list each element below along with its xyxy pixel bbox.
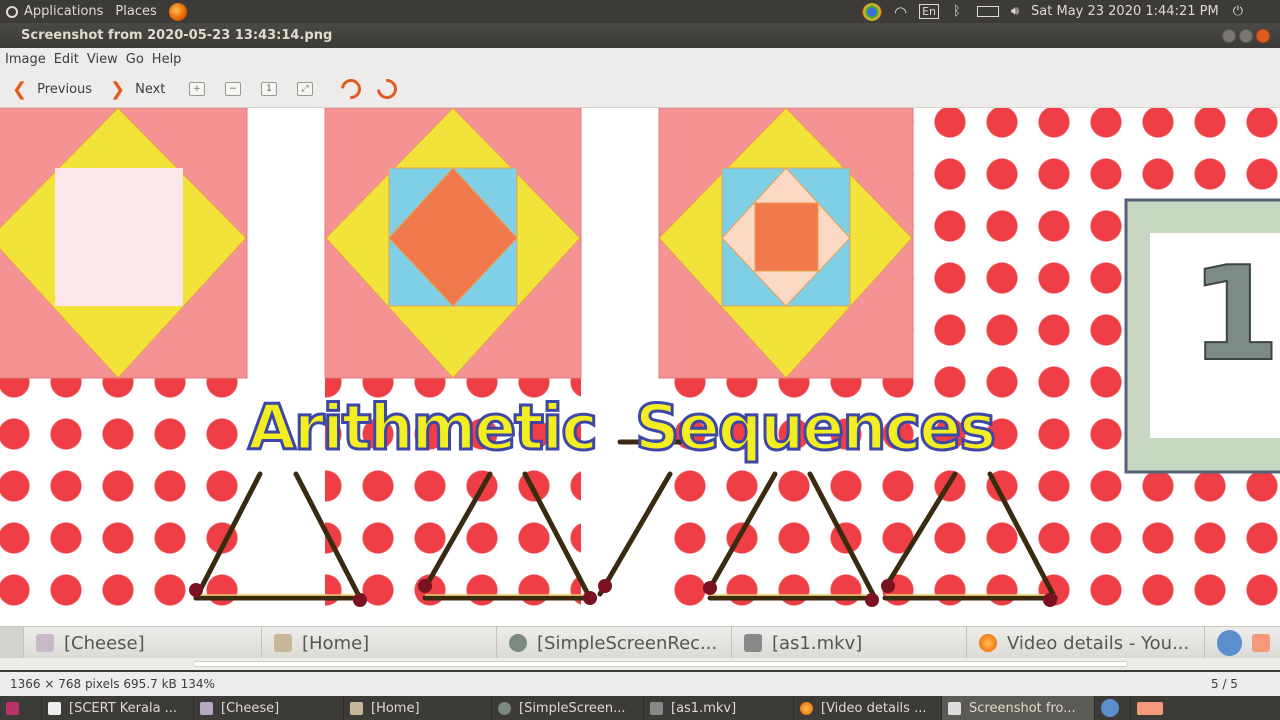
show-desktop-button[interactable] [0, 696, 42, 720]
previous-label: Previous [37, 82, 93, 97]
artwork-svg [0, 108, 1280, 607]
orange-tile-icon [1252, 634, 1270, 652]
task-screenshot[interactable]: Screenshot fro... [942, 696, 1095, 720]
captured-task-edge [0, 627, 24, 659]
clock[interactable]: Sat May 23 2020 1:44:21 PM [1031, 4, 1219, 19]
folder-icon [274, 634, 292, 652]
folder-icon [350, 701, 363, 715]
window-title-bar[interactable]: Screenshot from 2020-05-23 13:43:14.png [0, 23, 1280, 48]
minimize-button[interactable] [1222, 29, 1236, 43]
captured-taskbar: [Cheese] [Home] [SimpleScreenRec... [as1… [0, 626, 1280, 659]
page-indicator: 5 / 5 [1211, 677, 1238, 691]
next-label: Next [135, 82, 166, 97]
orange-square-3 [754, 202, 819, 272]
matchstick-triangles [193, 439, 1058, 601]
applications-label: Applications [24, 4, 104, 19]
workspace-icon [1137, 701, 1163, 715]
workspace-globe[interactable] [1095, 696, 1131, 720]
horizontal-scrollbar[interactable] [0, 658, 1280, 670]
chevron-left-icon: ❮ [12, 79, 28, 100]
window-icon [48, 701, 61, 715]
recorder-icon [498, 701, 511, 715]
task-recorder[interactable]: [SimpleScreen... [492, 696, 644, 720]
image-viewer-icon [948, 701, 961, 715]
video-file-icon [650, 701, 663, 715]
scrollbar-thumb[interactable] [193, 661, 1128, 667]
captured-task-firefox: Video details - You... [967, 627, 1205, 659]
firefox-icon [800, 701, 813, 715]
battery-icon[interactable] [976, 6, 999, 17]
task-cheese[interactable]: [Cheese] [194, 696, 344, 720]
globe-icon [1101, 699, 1119, 717]
pale-square-1 [55, 168, 183, 306]
menu-view[interactable]: View [87, 52, 118, 67]
match-heads [189, 579, 1057, 607]
ubuntu-logo-icon [6, 5, 18, 18]
maximize-button[interactable] [1239, 29, 1253, 43]
window-title: Screenshot from 2020-05-23 13:43:14.png [21, 28, 333, 43]
bluetooth-icon[interactable]: ᛒ [953, 4, 961, 19]
toolbar: ❮ Previous ❯ Next + − 1 ⤢ [0, 71, 1280, 108]
task-video[interactable]: [as1.mkv] [644, 696, 794, 720]
next-button[interactable]: ❯ Next [110, 71, 165, 108]
globe-icon [1217, 630, 1243, 656]
menu-go[interactable]: Go [126, 52, 144, 67]
captured-task-video: [as1.mkv] [732, 627, 967, 659]
places-label: Places [115, 4, 157, 19]
desktop-icon [6, 701, 19, 715]
task-firefox[interactable]: [Video details ... [794, 696, 942, 720]
wifi-icon[interactable]: ◠ [894, 3, 907, 21]
task-scert[interactable]: [SCERT Kerala ... [42, 696, 194, 720]
best-fit-icon[interactable]: ⤢ [297, 82, 313, 96]
volume-icon[interactable]: 🔊︎ [1011, 4, 1019, 19]
power-icon[interactable]: ⏻ [1233, 4, 1243, 19]
chrome-status-icon[interactable] [862, 2, 882, 21]
bottom-taskbar: [SCERT Kerala ... [Cheese] [Home] [Simpl… [0, 696, 1280, 720]
keyboard-layout-indicator[interactable]: En [919, 4, 940, 19]
zoom-out-icon[interactable]: − [225, 82, 241, 96]
image-view[interactable]: 1 Arithmetic Sequences [0, 108, 1280, 628]
cheese-icon [36, 634, 54, 652]
number-badge: 1 [1189, 237, 1280, 391]
recorder-icon [509, 634, 527, 652]
menu-image[interactable]: Image [5, 52, 46, 67]
applications-menu[interactable]: Applications [6, 0, 103, 23]
places-menu[interactable]: Places [115, 0, 156, 23]
firefox-icon [979, 634, 997, 652]
system-tray: ◠ En ᛒ 🔊︎ Sat May 23 2020 1:44:21 PM ⏻ [862, 0, 1243, 23]
firefox-launcher[interactable] [168, 0, 187, 23]
normal-size-icon[interactable]: 1 [261, 82, 277, 96]
image-title-text: Arithmetic Sequences [247, 390, 998, 466]
status-bar: 1366 × 768 pixels 695.7 kB 134% 5 / 5 [0, 672, 1280, 696]
task-home[interactable]: [Home] [344, 696, 492, 720]
image-info: 1366 × 768 pixels 695.7 kB 134% [10, 677, 215, 691]
firefox-icon [168, 2, 187, 21]
zoom-in-icon[interactable]: + [189, 82, 205, 96]
previous-button[interactable]: ❮ Previous [12, 71, 92, 108]
menu-help[interactable]: Help [152, 52, 182, 67]
video-file-icon [744, 634, 762, 652]
workspace-switcher[interactable] [1131, 696, 1171, 720]
menu-edit[interactable]: Edit [54, 52, 79, 67]
menu-bar: Image Edit View Go Help [0, 48, 1280, 71]
captured-task-home: [Home] [262, 627, 497, 659]
cheese-icon [200, 701, 213, 715]
captured-task-recorder: [SimpleScreenRec... [497, 627, 732, 659]
chevron-right-icon: ❯ [110, 79, 126, 100]
captured-task-cheese: [Cheese] [24, 627, 262, 659]
captured-task-tray [1205, 627, 1280, 659]
close-button[interactable] [1256, 29, 1270, 43]
